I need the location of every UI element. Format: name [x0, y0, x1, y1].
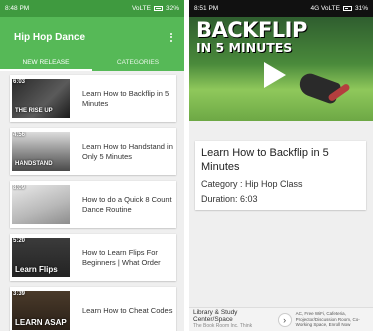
- network-label: VoLTE: [131, 5, 151, 12]
- video-player[interactable]: BACKFLIP IN 5 MINUTES: [189, 17, 373, 121]
- ad-right-text: AC, Free WiFi, Cafeteria, Projector/Disc…: [295, 311, 360, 328]
- video-thumbnail: 5:20 Learn Flips: [12, 238, 70, 277]
- status-time: 8:51 PM: [194, 5, 219, 12]
- video-duration: 5:20: [13, 238, 26, 244]
- video-title: Learn How to Cheat Codes: [82, 305, 173, 315]
- video-detail-card: Learn How to Backflip in 5 Minutes Categ…: [195, 141, 366, 210]
- tab-new-release[interactable]: NEW RELEASE: [0, 57, 92, 71]
- thumbnail-caption: HANDSTAND: [15, 161, 53, 167]
- chevron-right-icon[interactable]: ›: [277, 312, 292, 327]
- video-detail-screen: 8:51 PM 4G VoLTE 31% BACKFLIP IN 5 MINUT…: [189, 0, 373, 331]
- video-title: How to do a Quick 8 Count Dance Routine: [82, 194, 172, 214]
- video-thumbnail: 8:09: [12, 185, 70, 224]
- ad-banner[interactable]: Library & Study Center/Space The Book Ro…: [189, 307, 373, 331]
- list-item[interactable]: 5:20 Learn Flips How to Learn Flips For …: [10, 234, 176, 281]
- video-title: How to Learn Flips For Beginners | What …: [82, 247, 161, 267]
- detail-title: Learn How to Backflip in 5 Minutes: [201, 147, 329, 173]
- video-list: 6:03 THE RISE UP Learn How to Backflip i…: [0, 71, 184, 331]
- status-bar: 8:48 PM VoLTE 32%: [0, 0, 184, 17]
- list-item[interactable]: 8:09 How to do a Quick 8 Count Dance Rou…: [10, 181, 176, 228]
- detail-duration: Duration: 6:03: [201, 194, 258, 204]
- video-duration: 4:56: [13, 132, 26, 138]
- thumbnail-caption: THE RISE UP: [15, 108, 53, 114]
- thumbnail-caption: Learn Flips: [15, 265, 58, 274]
- app-title: Hip Hop Dance: [14, 31, 86, 43]
- list-item[interactable]: 3:39 LEARN ASAP Learn How to Cheat Codes: [10, 287, 176, 331]
- battery-icon: [153, 6, 163, 11]
- video-overlay-title: BACKFLIP IN 5 MINUTES: [196, 18, 307, 55]
- thumbnail-caption: LEARN ASAP: [15, 318, 67, 327]
- status-time: 8:48 PM: [5, 5, 30, 12]
- video-thumbnail: 3:39 LEARN ASAP: [12, 291, 70, 330]
- list-item[interactable]: 4:56 HANDSTAND Learn How to Handstand in…: [10, 128, 176, 175]
- video-duration: 8:09: [13, 185, 26, 191]
- network-label: 4G VoLTE: [310, 5, 340, 12]
- battery-level: 32%: [165, 5, 179, 12]
- battery-icon: [342, 6, 352, 11]
- overflow-menu-icon[interactable]: [168, 31, 174, 44]
- video-title: Learn How to Handstand in Only 5 Minutes: [82, 141, 173, 161]
- app-bar: Hip Hop Dance: [0, 17, 184, 57]
- list-item[interactable]: 6:03 THE RISE UP Learn How to Backflip i…: [10, 75, 176, 122]
- ad-left-text: Library & Study Center/Space The Book Ro…: [193, 309, 253, 329]
- dancer-figure: [296, 70, 342, 106]
- video-duration: 3:39: [13, 291, 26, 297]
- video-title: Learn How to Backflip in 5 Minutes: [82, 88, 170, 108]
- battery-level: 31%: [354, 5, 368, 12]
- video-duration: 6:03: [13, 79, 26, 85]
- video-thumbnail: 4:56 HANDSTAND: [12, 132, 70, 171]
- status-bar: 8:51 PM 4G VoLTE 31%: [189, 0, 373, 17]
- video-thumbnail: 6:03 THE RISE UP: [12, 79, 70, 118]
- detail-category: Category : Hip Hop Class: [201, 179, 303, 189]
- video-list-screen: 8:48 PM VoLTE 32% Hip Hop Dance NEW RELE…: [0, 0, 184, 331]
- tab-categories[interactable]: CATEGORIES: [92, 57, 184, 71]
- tab-bar: NEW RELEASE CATEGORIES: [0, 57, 184, 71]
- play-icon[interactable]: [264, 62, 286, 88]
